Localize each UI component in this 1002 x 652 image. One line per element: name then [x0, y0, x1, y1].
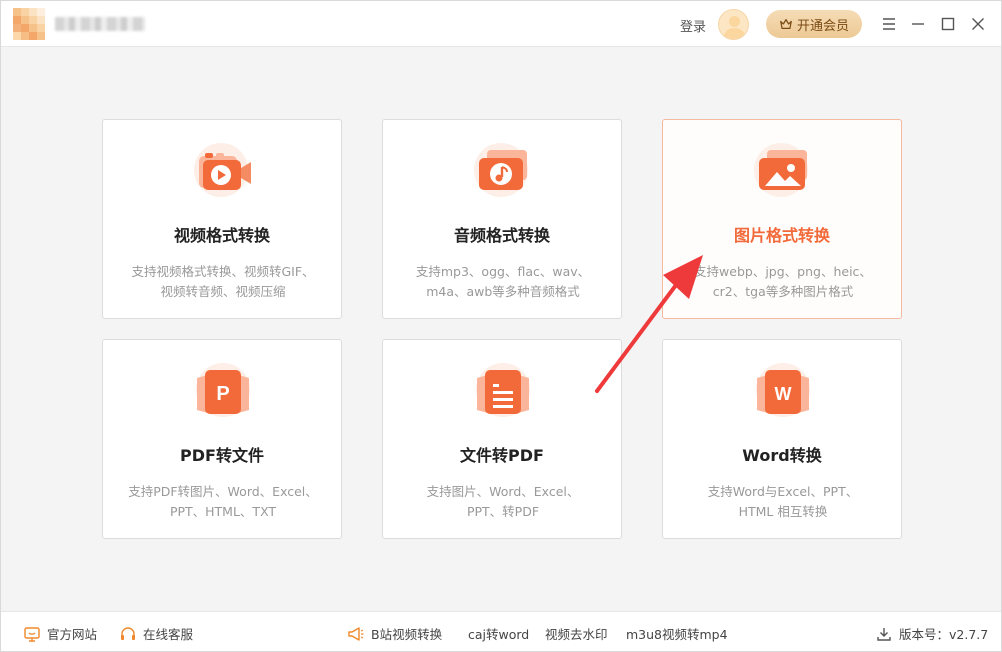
card-description: 支持Word与Excel、PPT、 HTML 相互转换 — [707, 484, 859, 519]
version-label: 版本号：v2.7.7 — [899, 627, 989, 642]
login-link[interactable]: 登录 — [680, 16, 706, 35]
word-icon: W — [756, 363, 810, 417]
audio-icon — [474, 143, 528, 197]
annotation-arrow-icon — [595, 255, 703, 393]
card-title: 音频格式转换 — [453, 226, 550, 245]
card-pdf-to-file[interactable]: P PDF转文件 支持PDF转图片、Word、Excel、 PPT、HTML、T… — [102, 339, 342, 539]
close-button[interactable] — [969, 15, 987, 33]
card-title: PDF转文件 — [180, 446, 264, 465]
video-icon — [194, 143, 251, 197]
version-info[interactable]: 版本号：v2.7.7 — [875, 624, 988, 643]
monitor-icon — [24, 626, 40, 642]
footer-bar: 官方网站 在线客服 B站视频转换 caj转word 视频去水印 m3u8视频转m… — [1, 611, 1001, 651]
card-description: 支持视频格式转换、视频转GIF、 视频转音频、视频压缩 — [131, 264, 315, 299]
card-audio-convert[interactable]: 音频格式转换 支持mp3、ogg、flac、wav、 m4a、awb等多种音频格… — [382, 119, 622, 319]
vip-button-label: 开通会员 — [796, 18, 849, 34]
card-description: 支持图片、Word、Excel、 PPT、转PDF — [426, 484, 580, 519]
card-title: 图片格式转换 — [733, 226, 830, 245]
avatar[interactable] — [718, 9, 749, 40]
maximize-icon — [941, 17, 955, 31]
footer-link-label: m3u8视频转mp4 — [626, 627, 728, 642]
title-bar: 登录 开通会员 — [1, 1, 1001, 47]
app-window: 登录 开通会员 视频格式转换 支持视频格式转换、视频转GIF、 视频转音频、视频… — [0, 0, 1002, 652]
close-icon — [972, 18, 984, 30]
svg-text:W: W — [775, 384, 792, 404]
footer-link-bilibili[interactable]: B站视频转换 — [347, 624, 442, 643]
menu-icon — [883, 18, 895, 30]
headset-icon — [121, 626, 135, 640]
document-icon — [476, 363, 530, 417]
image-icon — [754, 143, 808, 197]
footer-link-label: 视频去水印 — [545, 627, 608, 642]
maximize-button[interactable] — [939, 15, 957, 33]
minimize-button[interactable] — [909, 15, 927, 33]
card-title: 文件转PDF — [460, 446, 544, 465]
megaphone-icon — [348, 626, 364, 641]
menu-button[interactable] — [880, 15, 898, 33]
minimize-icon — [912, 23, 924, 25]
crown-icon — [780, 19, 792, 29]
card-title: Word转换 — [742, 446, 822, 465]
footer-link-m3u8[interactable]: m3u8视频转mp4 — [626, 624, 728, 643]
card-video-convert[interactable]: 视频格式转换 支持视频格式转换、视频转GIF、 视频转音频、视频压缩 — [102, 119, 342, 319]
download-icon — [877, 627, 891, 641]
svg-text:P: P — [216, 383, 229, 405]
online-service-label: 在线客服 — [143, 627, 194, 642]
online-service-link[interactable]: 在线客服 — [119, 624, 193, 643]
footer-link-watermark[interactable]: 视频去水印 — [545, 624, 608, 643]
footer-link-label: B站视频转换 — [371, 627, 443, 642]
footer-link-caj[interactable]: caj转word — [468, 624, 529, 643]
footer-link-label: caj转word — [468, 627, 530, 642]
vip-button[interactable]: 开通会员 — [766, 10, 862, 38]
card-description: 支持PDF转图片、Word、Excel、 PPT、HTML、TXT — [128, 484, 318, 519]
app-logo — [13, 8, 45, 40]
official-website-label: 官方网站 — [47, 627, 98, 642]
card-description: 支持mp3、ogg、flac、wav、 m4a、awb等多种音频格式 — [415, 264, 591, 299]
card-title: 视频格式转换 — [173, 226, 270, 245]
official-website-link[interactable]: 官方网站 — [23, 624, 97, 643]
card-file-to-pdf[interactable]: 文件转PDF 支持图片、Word、Excel、 PPT、转PDF — [382, 339, 622, 539]
app-name-blurred — [55, 17, 145, 31]
pdf-icon: P — [196, 363, 250, 417]
